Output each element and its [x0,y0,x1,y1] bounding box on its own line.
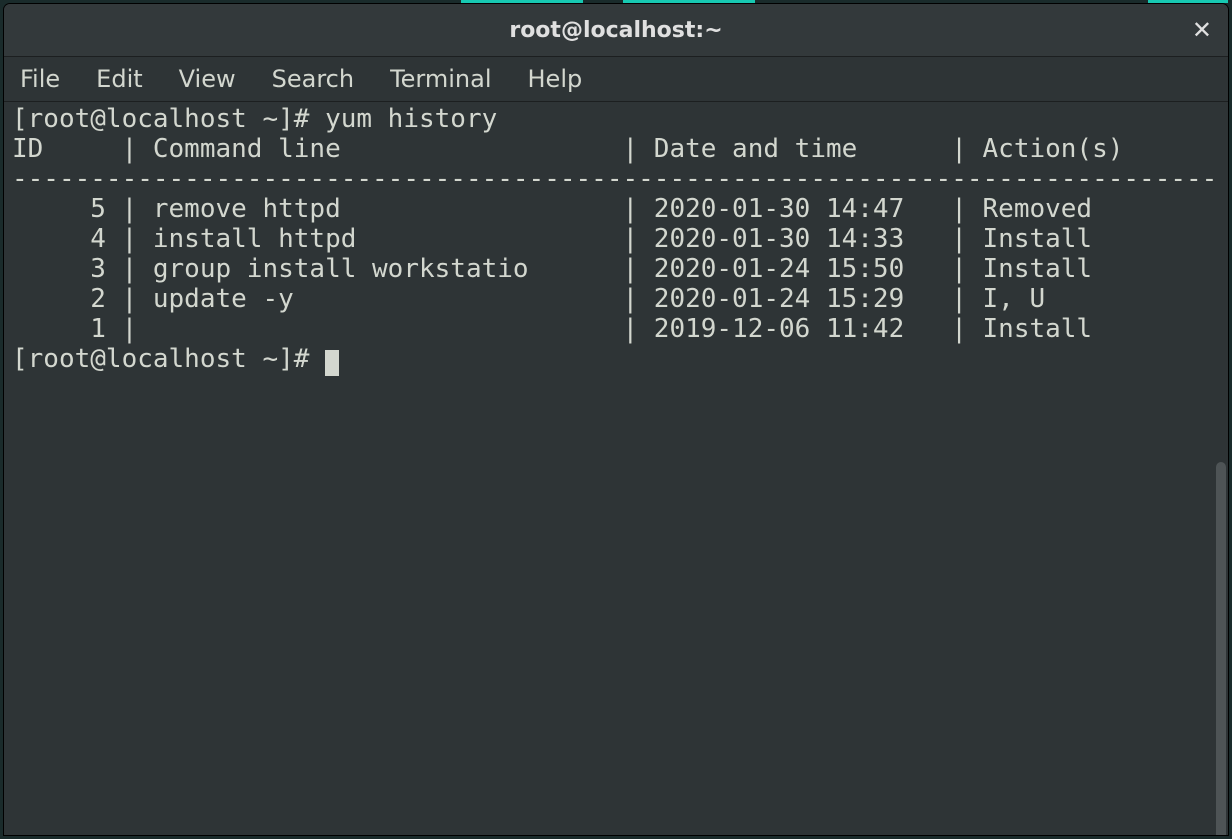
menu-search[interactable]: Search [264,61,362,97]
menu-view[interactable]: View [171,61,244,97]
terminal-cursor [325,350,339,376]
menu-edit[interactable]: Edit [88,61,150,97]
scrollbar[interactable] [1214,102,1228,835]
menu-help[interactable]: Help [520,61,591,97]
terminal-area: [root@localhost ~]# yum history ID | Com… [4,102,1228,835]
close-icon[interactable]: ✕ [1192,18,1212,42]
terminal-window: root@localhost:~ ✕ File Edit View Search… [4,4,1228,835]
menubar: File Edit View Search Terminal Help [4,57,1228,102]
menu-file[interactable]: File [12,61,68,97]
scrollbar-thumb[interactable] [1216,462,1226,835]
titlebar[interactable]: root@localhost:~ ✕ [4,4,1228,57]
terminal-output[interactable]: [root@localhost ~]# yum history ID | Com… [4,102,1214,835]
desktop-accent [0,0,1232,3]
menu-terminal[interactable]: Terminal [382,61,499,97]
window-title: root@localhost:~ [509,18,722,43]
